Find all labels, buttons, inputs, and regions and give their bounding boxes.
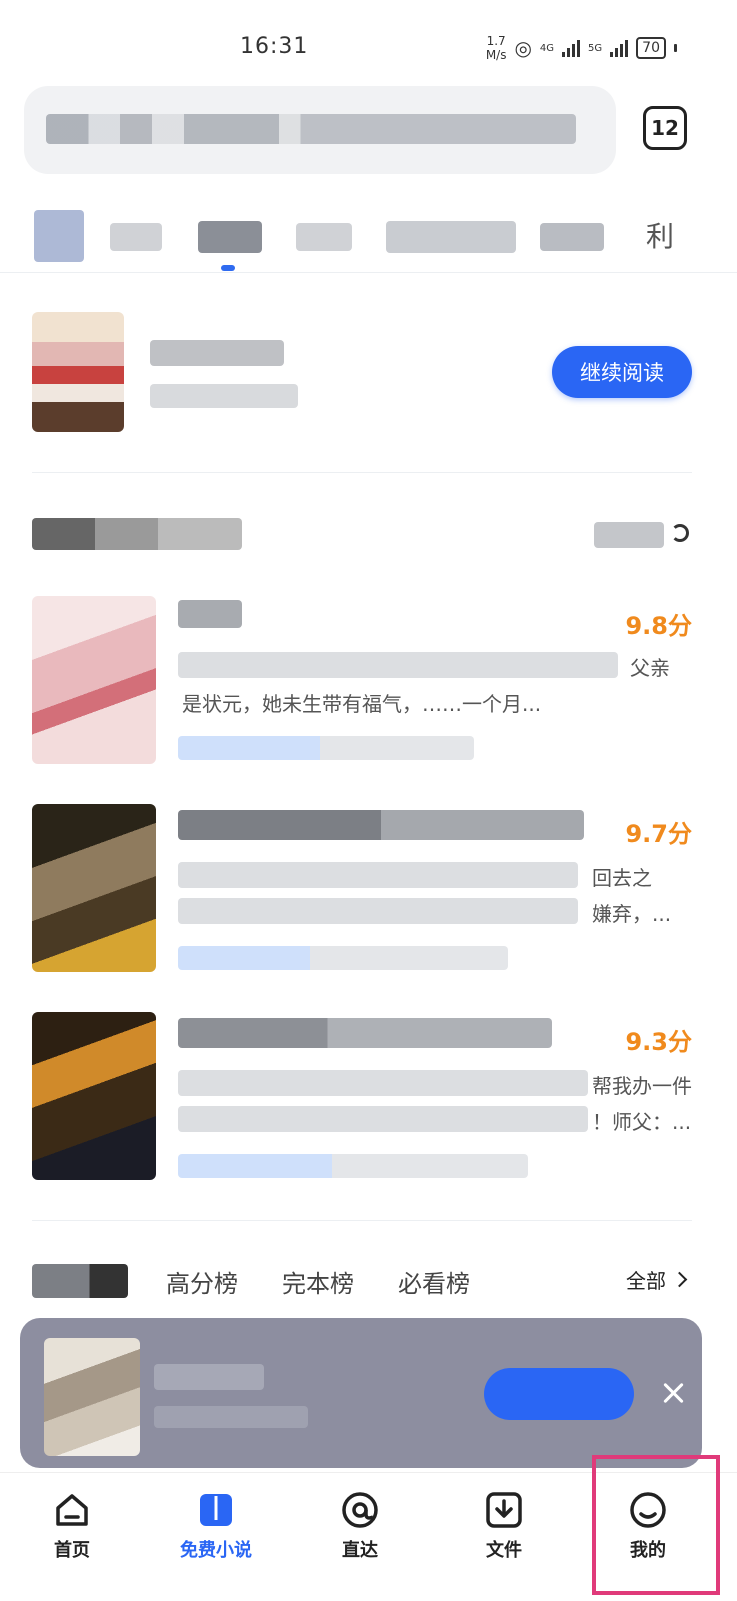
nav-direct[interactable]: 直达 — [312, 1490, 408, 1562]
nav-label: 首页 — [54, 1540, 90, 1561]
continue-book-title-blurred — [150, 340, 284, 366]
signal-icon — [562, 39, 581, 57]
book-desc-line1: 父亲 — [630, 656, 670, 680]
book-score: 9.8分 — [625, 612, 692, 640]
book-desc-blurred — [178, 652, 618, 678]
book-title-blurred — [178, 810, 584, 840]
chevron-right-icon — [671, 1271, 688, 1288]
status-time: 16:31 — [240, 34, 309, 59]
book-tags-blurred — [178, 946, 508, 970]
nav-free-novels[interactable]: 免费小说 — [168, 1490, 264, 1562]
book-tags-blurred — [178, 736, 474, 760]
rank-tab-high-score[interactable]: 高分榜 — [166, 1264, 238, 1299]
download-icon — [484, 1490, 524, 1530]
tab-item[interactable] — [540, 223, 604, 251]
at-icon — [340, 1490, 380, 1530]
tab-item[interactable] — [34, 210, 84, 262]
book-cover — [32, 804, 156, 972]
book-desc-line2: ！师父：... — [592, 1110, 692, 1134]
signal-icon-2 — [610, 39, 629, 57]
book-item[interactable]: 9.3分 帮我办一件 ！师父：... — [32, 1012, 692, 1192]
book-item[interactable]: 9.7分 回去之 嫌弃，... — [32, 804, 692, 984]
book-title-blurred — [178, 600, 242, 628]
tab-item[interactable] — [386, 221, 516, 253]
book-desc-blurred — [178, 1070, 588, 1096]
hotspot-icon: ◎ — [514, 36, 532, 60]
refresh-icon[interactable] — [671, 524, 689, 542]
book-tags-blurred — [178, 1154, 528, 1178]
category-tabs — [0, 205, 737, 275]
section-divider — [32, 472, 692, 473]
section-title-blurred — [32, 518, 242, 550]
book-desc-blurred-2 — [178, 1106, 588, 1132]
mini-card-action-button[interactable] — [484, 1368, 634, 1420]
continue-reading-button[interactable]: 继续阅读 — [552, 346, 692, 398]
status-indicators: 1.7 M/s ◎ 4G 5G 70 — [486, 34, 677, 62]
network-speed: 1.7 M/s — [485, 34, 507, 62]
rank-all-link[interactable]: 全部 — [626, 1265, 688, 1294]
close-icon[interactable] — [660, 1380, 686, 1406]
book-desc-line2: 嫌弃，... — [592, 902, 672, 926]
tab-active-indicator — [221, 265, 235, 271]
tabs-divider — [0, 272, 737, 273]
network-5g-label: 5G — [588, 42, 603, 54]
book-desc-line2: 是状元，她未生带有福气，……一个月... — [182, 692, 542, 716]
refresh-label-blurred[interactable] — [594, 522, 664, 548]
highlight-annotation — [592, 1455, 720, 1595]
battery-tip — [674, 44, 677, 52]
tab-item[interactable] — [296, 223, 352, 251]
rank-tab-completed[interactable]: 完本榜 — [282, 1264, 354, 1299]
home-icon — [52, 1490, 92, 1530]
tab-item-last[interactable]: 利 — [646, 215, 674, 255]
book-desc-line1: 帮我办一件 — [592, 1074, 692, 1098]
rank-all-label: 全部 — [626, 1269, 666, 1293]
search-placeholder-blurred — [46, 114, 576, 144]
mini-card-subtitle-blurred — [154, 1406, 308, 1428]
book-icon — [196, 1490, 236, 1530]
nav-label: 免费小说 — [180, 1540, 252, 1561]
book-title-blurred — [178, 1018, 552, 1048]
book-item[interactable]: 9.8分 父亲 是状元，她未生带有福气，……一个月... — [32, 596, 692, 776]
book-desc-blurred — [178, 862, 578, 888]
book-cover — [32, 1012, 156, 1180]
book-desc-line1: 回去之 — [592, 866, 652, 890]
nav-label: 直达 — [342, 1540, 378, 1561]
nav-label: 文件 — [486, 1540, 522, 1561]
mini-card-cover — [44, 1338, 140, 1456]
rank-tab-active-blurred[interactable] — [32, 1264, 128, 1298]
book-desc-blurred-2 — [178, 898, 578, 924]
network-4g-label: 4G — [539, 42, 555, 54]
nav-files[interactable]: 文件 — [456, 1490, 552, 1562]
section-divider — [32, 1220, 692, 1221]
continue-book-cover[interactable] — [32, 312, 124, 432]
tab-count-button[interactable]: 12 — [643, 106, 687, 150]
mini-card-title-blurred — [154, 1364, 264, 1390]
tab-item-active[interactable] — [198, 221, 262, 253]
nav-home[interactable]: 首页 — [24, 1490, 120, 1562]
book-cover — [32, 596, 156, 764]
battery-icon: 70 — [636, 37, 666, 59]
book-score: 9.7分 — [625, 820, 692, 848]
tab-item[interactable] — [110, 223, 162, 251]
rank-tab-must-read[interactable]: 必看榜 — [398, 1264, 470, 1299]
search-bar[interactable] — [24, 86, 616, 174]
book-score: 9.3分 — [625, 1028, 692, 1056]
continue-book-progress-blurred — [150, 384, 298, 408]
